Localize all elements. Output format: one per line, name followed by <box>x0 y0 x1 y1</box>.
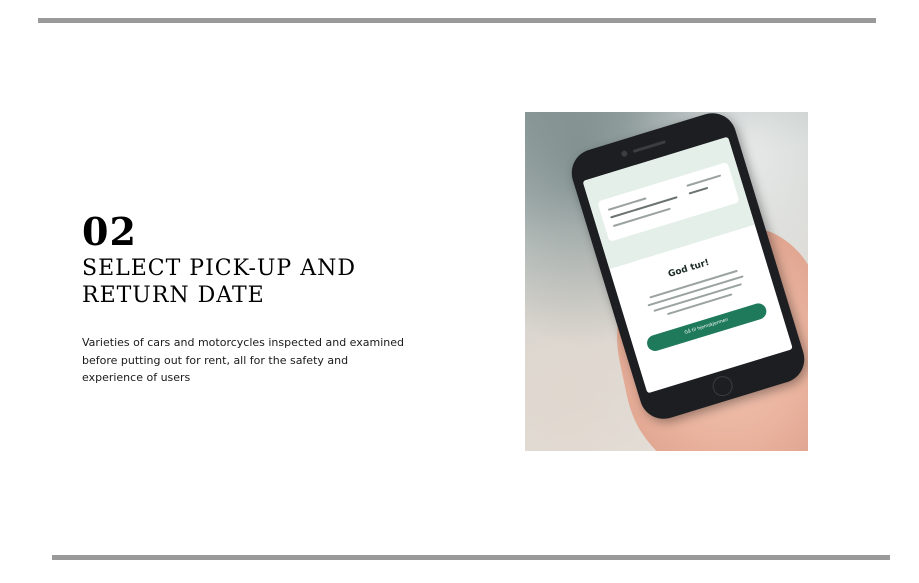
card-text-line <box>612 207 671 228</box>
camera-icon <box>620 149 629 158</box>
home-button-icon <box>710 373 736 399</box>
phone-photo: God tur! Gå til hjemskjermen <box>525 112 808 451</box>
home-screen-button[interactable]: Gå til hjemskjermen <box>645 301 769 353</box>
step-description: Varieties of cars and motorcycles inspec… <box>82 336 405 384</box>
step-title: SELECT PICK-UP AND RETURN DATE <box>82 256 357 308</box>
card-text-line <box>686 174 722 187</box>
speaker-grille <box>632 140 667 153</box>
step-number: 02 <box>82 209 137 254</box>
bottom-divider <box>52 555 890 560</box>
top-divider <box>38 18 876 23</box>
card-text-line <box>688 186 709 195</box>
slide: 02 SELECT PICK-UP AND RETURN DATE Variet… <box>0 0 919 583</box>
